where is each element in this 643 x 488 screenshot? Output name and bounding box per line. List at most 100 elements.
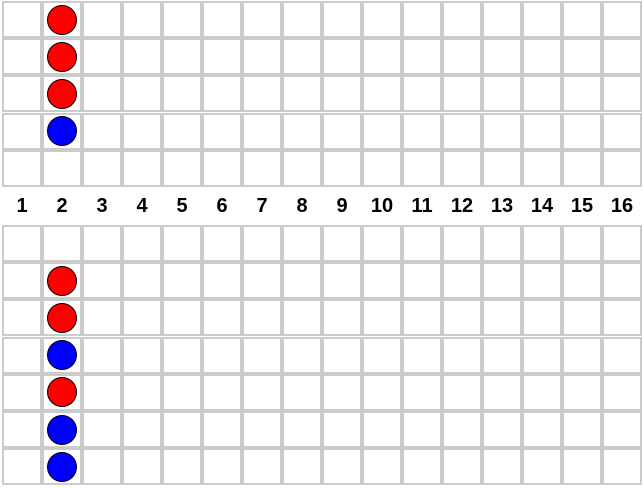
- top-grid-cell[interactable]: [602, 75, 642, 112]
- bottom-grid-cell[interactable]: [482, 299, 522, 336]
- bottom-grid-cell[interactable]: [42, 225, 82, 262]
- bottom-grid-cell[interactable]: [442, 262, 482, 299]
- top-grid-cell[interactable]: [282, 75, 322, 112]
- top-grid-cell[interactable]: [482, 113, 522, 150]
- bottom-grid-cell[interactable]: [562, 225, 602, 262]
- bottom-grid-cell[interactable]: [2, 225, 42, 262]
- top-grid-cell[interactable]: [522, 75, 562, 112]
- top-grid-cell[interactable]: [562, 150, 602, 187]
- top-grid-cell[interactable]: [242, 113, 282, 150]
- bottom-grid-cell[interactable]: [322, 225, 362, 262]
- bottom-grid-cell[interactable]: [282, 337, 322, 374]
- bottom-grid-cell[interactable]: [122, 374, 162, 411]
- top-grid-cell[interactable]: [362, 38, 402, 75]
- red-disc[interactable]: [47, 377, 77, 407]
- top-grid-cell[interactable]: [2, 113, 42, 150]
- bottom-grid-cell[interactable]: [2, 411, 42, 448]
- bottom-grid-cell[interactable]: [522, 225, 562, 262]
- bottom-grid-cell[interactable]: [562, 299, 602, 336]
- bottom-grid-cell[interactable]: [322, 374, 362, 411]
- bottom-grid-cell[interactable]: [442, 374, 482, 411]
- bottom-grid-cell[interactable]: [242, 411, 282, 448]
- top-grid-cell[interactable]: [202, 113, 242, 150]
- bottom-grid-cell[interactable]: [82, 448, 122, 485]
- top-grid-cell[interactable]: [322, 150, 362, 187]
- top-grid-cell[interactable]: [602, 113, 642, 150]
- top-grid-cell[interactable]: [362, 150, 402, 187]
- bottom-grid-cell[interactable]: [482, 374, 522, 411]
- bottom-grid-cell[interactable]: [482, 448, 522, 485]
- top-grid-cell[interactable]: [202, 1, 242, 38]
- bottom-grid-cell[interactable]: [402, 374, 442, 411]
- top-grid-cell[interactable]: [82, 38, 122, 75]
- red-disc[interactable]: [47, 303, 77, 333]
- top-grid-cell[interactable]: [162, 1, 202, 38]
- top-grid-cell[interactable]: [2, 75, 42, 112]
- bottom-grid-cell[interactable]: [282, 374, 322, 411]
- bottom-grid-cell[interactable]: [482, 262, 522, 299]
- bottom-grid-cell[interactable]: [282, 299, 322, 336]
- top-grid-cell[interactable]: [242, 150, 282, 187]
- top-grid-cell[interactable]: [282, 1, 322, 38]
- bottom-grid-cell[interactable]: [2, 299, 42, 336]
- bottom-grid-cell[interactable]: [82, 225, 122, 262]
- top-grid-cell[interactable]: [42, 150, 82, 187]
- bottom-grid-cell[interactable]: [122, 411, 162, 448]
- top-grid-cell[interactable]: [322, 38, 362, 75]
- top-grid-cell[interactable]: [282, 38, 322, 75]
- top-grid-cell[interactable]: [82, 113, 122, 150]
- bottom-grid-cell[interactable]: [82, 374, 122, 411]
- top-grid-cell[interactable]: [242, 38, 282, 75]
- bottom-grid-cell[interactable]: [602, 411, 642, 448]
- blue-disc[interactable]: [47, 415, 77, 445]
- bottom-grid-cell[interactable]: [82, 337, 122, 374]
- top-grid-cell[interactable]: [442, 113, 482, 150]
- top-grid-cell[interactable]: [282, 113, 322, 150]
- bottom-grid-cell[interactable]: [162, 337, 202, 374]
- top-grid-cell[interactable]: [522, 38, 562, 75]
- bottom-grid-cell[interactable]: [482, 225, 522, 262]
- bottom-grid-cell[interactable]: [562, 448, 602, 485]
- top-grid-cell[interactable]: [322, 75, 362, 112]
- bottom-grid-cell[interactable]: [242, 337, 282, 374]
- red-disc[interactable]: [47, 79, 77, 109]
- blue-disc[interactable]: [47, 452, 77, 482]
- top-grid-cell[interactable]: [482, 1, 522, 38]
- top-grid-cell[interactable]: [202, 150, 242, 187]
- bottom-grid-cell[interactable]: [362, 262, 402, 299]
- bottom-grid-cell[interactable]: [402, 337, 442, 374]
- top-grid-cell[interactable]: [362, 75, 402, 112]
- top-grid-cell[interactable]: [82, 75, 122, 112]
- red-disc[interactable]: [47, 266, 77, 296]
- top-grid-cell[interactable]: [322, 113, 362, 150]
- bottom-grid-cell[interactable]: [162, 411, 202, 448]
- bottom-grid-cell[interactable]: [322, 299, 362, 336]
- bottom-grid-cell[interactable]: [402, 262, 442, 299]
- bottom-grid-cell[interactable]: [322, 262, 362, 299]
- bottom-grid-cell[interactable]: [242, 262, 282, 299]
- bottom-grid-cell[interactable]: [162, 225, 202, 262]
- bottom-grid-cell[interactable]: [602, 225, 642, 262]
- bottom-grid-cell[interactable]: [602, 262, 642, 299]
- top-grid-cell[interactable]: [162, 113, 202, 150]
- top-grid-cell[interactable]: [362, 113, 402, 150]
- top-grid-cell[interactable]: [522, 1, 562, 38]
- bottom-grid-cell[interactable]: [162, 448, 202, 485]
- top-grid-cell[interactable]: [2, 1, 42, 38]
- top-grid-cell[interactable]: [402, 1, 442, 38]
- top-grid-cell[interactable]: [362, 1, 402, 38]
- top-grid-cell[interactable]: [122, 113, 162, 150]
- top-grid-cell[interactable]: [282, 150, 322, 187]
- bottom-grid-cell[interactable]: [122, 262, 162, 299]
- bottom-grid-cell[interactable]: [362, 448, 402, 485]
- bottom-grid-cell[interactable]: [122, 448, 162, 485]
- bottom-grid-cell[interactable]: [202, 225, 242, 262]
- bottom-grid-cell[interactable]: [482, 411, 522, 448]
- top-grid-cell[interactable]: [402, 150, 442, 187]
- bottom-grid-cell[interactable]: [602, 448, 642, 485]
- top-grid-cell[interactable]: [522, 113, 562, 150]
- top-grid-cell[interactable]: [482, 75, 522, 112]
- red-disc[interactable]: [47, 5, 77, 35]
- top-grid-cell[interactable]: [602, 1, 642, 38]
- top-grid-cell[interactable]: [442, 38, 482, 75]
